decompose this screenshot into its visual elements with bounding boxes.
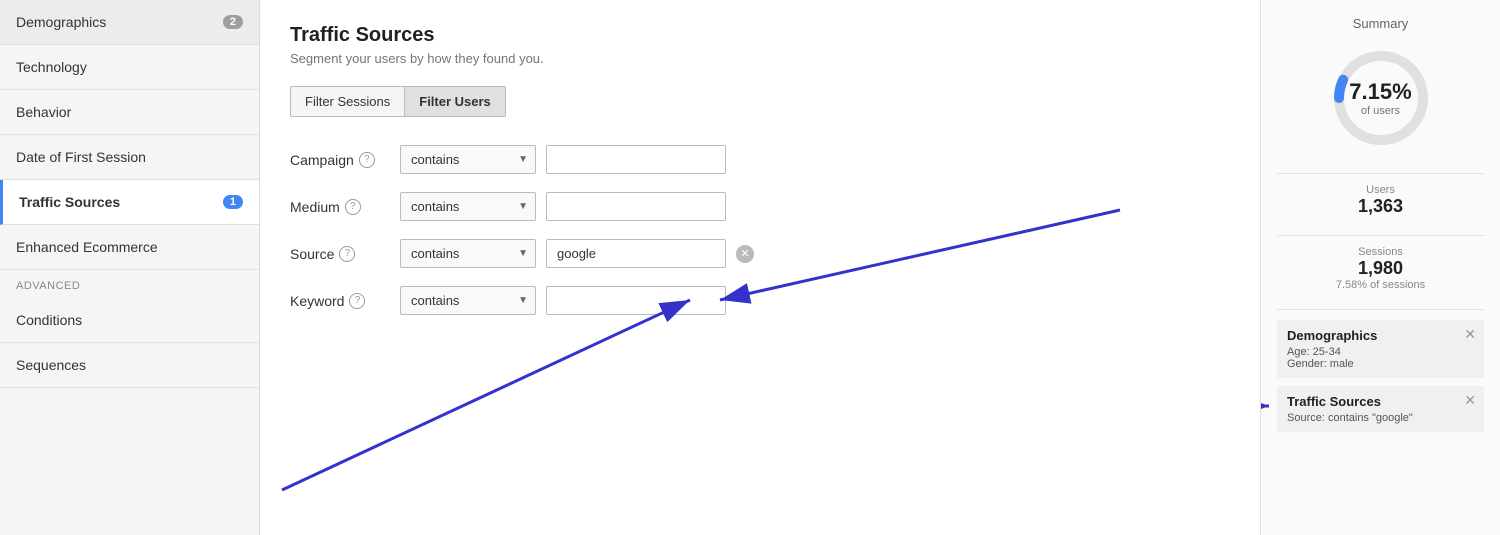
- filter-users-button[interactable]: Filter Users: [404, 86, 506, 117]
- traffic-sources-card-close-icon[interactable]: ✕: [1464, 392, 1476, 409]
- sessions-sub: 7.58% of sessions: [1277, 279, 1484, 291]
- summary-title: Summary: [1277, 16, 1484, 31]
- sidebar-item-demographics[interactable]: Demographics 2: [0, 0, 259, 45]
- source-operator-container: contains does not contain starts with en…: [400, 239, 536, 268]
- medium-operator-select[interactable]: contains does not contain starts with en…: [400, 192, 536, 221]
- sidebar-item-label-technology: Technology: [16, 59, 87, 75]
- source-operator-select[interactable]: contains does not contain starts with en…: [400, 239, 536, 268]
- sidebar-item-label-sequences: Sequences: [16, 357, 86, 373]
- filter-sessions-button[interactable]: Filter Sessions: [290, 86, 404, 117]
- keyword-input[interactable]: [546, 286, 726, 315]
- keyword-operator-container: contains does not contain starts with en…: [400, 286, 536, 315]
- sidebar-item-label-enhanced-ecommerce: Enhanced Ecommerce: [16, 239, 158, 255]
- source-row: Source ? contains does not contain start…: [290, 239, 1230, 268]
- main-subtitle: Segment your users by how they found you…: [290, 51, 1230, 66]
- donut-chart: 7.15% of users: [1326, 43, 1436, 153]
- summary-divider-2: [1277, 235, 1484, 236]
- source-input[interactable]: [546, 239, 726, 268]
- sidebar-item-label-demographics: Demographics: [16, 14, 106, 30]
- sessions-label: Sessions: [1277, 246, 1484, 258]
- campaign-row: Campaign ? contains does not contain sta…: [290, 145, 1230, 174]
- sidebar-item-sequences[interactable]: Sequences: [0, 343, 259, 388]
- demographics-card-detail1: Age: 25-34: [1287, 346, 1474, 358]
- sidebar-item-conditions[interactable]: Conditions: [0, 298, 259, 343]
- keyword-label: Keyword ?: [290, 293, 390, 309]
- campaign-help-icon[interactable]: ?: [359, 152, 375, 168]
- demographics-card-detail2: Gender: male: [1287, 358, 1474, 370]
- sidebar-item-label-behavior: Behavior: [16, 104, 71, 120]
- medium-help-icon[interactable]: ?: [345, 199, 361, 215]
- sidebar-item-date-of-first-session[interactable]: Date of First Session: [0, 135, 259, 180]
- source-clear-icon[interactable]: ✕: [736, 245, 754, 263]
- medium-input[interactable]: [546, 192, 726, 221]
- sidebar: Demographics 2 Technology Behavior Date …: [0, 0, 260, 535]
- demographics-summary-card: Demographics Age: 25-34 Gender: male ✕: [1277, 320, 1484, 378]
- traffic-sources-summary-card: Traffic Sources Source: contains "google…: [1277, 386, 1484, 432]
- traffic-sources-card-title: Traffic Sources: [1287, 394, 1474, 409]
- demographics-card-title: Demographics: [1287, 328, 1474, 343]
- demographics-card-close-icon[interactable]: ✕: [1464, 326, 1476, 343]
- keyword-operator-select[interactable]: contains does not contain starts with en…: [400, 286, 536, 315]
- summary-divider-3: [1277, 309, 1484, 310]
- sidebar-item-label-conditions: Conditions: [16, 312, 82, 328]
- donut-chart-container: 7.15% of users: [1277, 43, 1484, 153]
- source-label: Source ?: [290, 246, 390, 262]
- filter-buttons: Filter Sessions Filter Users: [290, 86, 1230, 117]
- users-stat: Users 1,363: [1277, 184, 1484, 217]
- donut-label: of users: [1349, 105, 1411, 117]
- donut-center: 7.15% of users: [1349, 79, 1411, 117]
- keyword-help-icon[interactable]: ?: [349, 293, 365, 309]
- summary-divider-1: [1277, 173, 1484, 174]
- advanced-section-label: Advanced: [0, 270, 259, 298]
- campaign-operator-container: contains does not contain starts with en…: [400, 145, 536, 174]
- campaign-label: Campaign ?: [290, 152, 390, 168]
- campaign-operator-select[interactable]: contains does not contain starts with en…: [400, 145, 536, 174]
- sidebar-item-label-traffic-sources: Traffic Sources: [19, 194, 120, 210]
- main-content: Traffic Sources Segment your users by ho…: [260, 0, 1260, 535]
- main-title: Traffic Sources: [290, 24, 1230, 47]
- sidebar-item-label-date-of-first-session: Date of First Session: [16, 149, 146, 165]
- medium-label: Medium ?: [290, 199, 390, 215]
- sidebar-item-traffic-sources[interactable]: Traffic Sources 1: [0, 180, 259, 225]
- sidebar-badge-demographics: 2: [223, 15, 243, 29]
- traffic-sources-card-detail1: Source: contains "google": [1287, 412, 1474, 424]
- medium-row: Medium ? contains does not contain start…: [290, 192, 1230, 221]
- campaign-input[interactable]: [546, 145, 726, 174]
- sessions-stat: Sessions 1,980 7.58% of sessions: [1277, 246, 1484, 291]
- medium-operator-container: contains does not contain starts with en…: [400, 192, 536, 221]
- sidebar-item-enhanced-ecommerce[interactable]: Enhanced Ecommerce: [0, 225, 259, 270]
- sessions-value: 1,980: [1277, 258, 1484, 279]
- donut-percent: 7.15%: [1349, 79, 1411, 105]
- users-label: Users: [1277, 184, 1484, 196]
- keyword-row: Keyword ? contains does not contain star…: [290, 286, 1230, 315]
- summary-panel: Summary 7.15% of users Users 1,363 Sessi…: [1260, 0, 1500, 535]
- sidebar-item-technology[interactable]: Technology: [0, 45, 259, 90]
- summary-arrow-icon: [1260, 396, 1277, 416]
- users-value: 1,363: [1277, 196, 1484, 217]
- sidebar-badge-traffic-sources: 1: [223, 195, 243, 209]
- sidebar-item-behavior[interactable]: Behavior: [0, 90, 259, 135]
- source-help-icon[interactable]: ?: [339, 246, 355, 262]
